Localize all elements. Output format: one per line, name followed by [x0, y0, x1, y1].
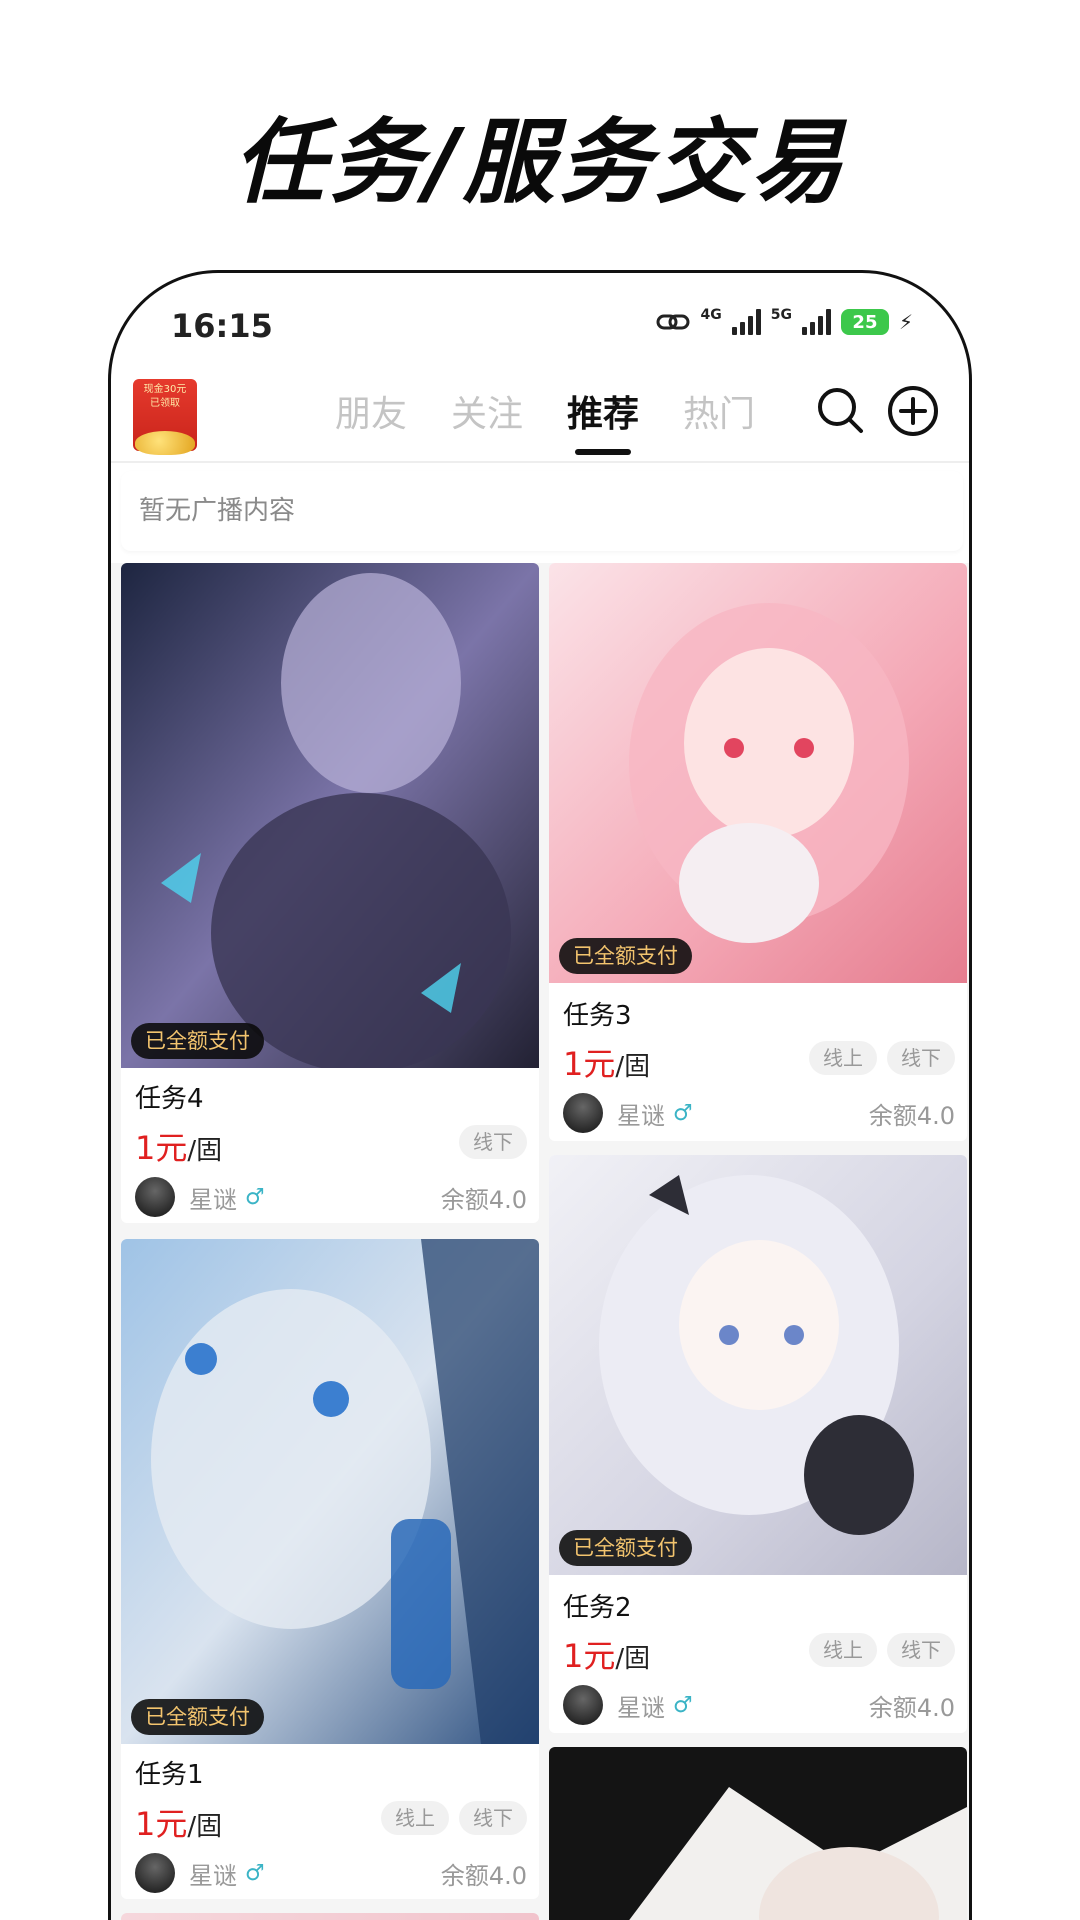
- avatar[interactable]: [563, 1685, 603, 1725]
- feed-tabs: 朋友 关注 推荐 热门: [335, 385, 755, 455]
- task-feed: 已全额支付 任务4 1元/固 线下 星谜 ♂ 余额4.0 已全额支付 任务3 1…: [111, 563, 969, 1920]
- task-cover-image: [121, 1239, 539, 1744]
- signal-icon-1: [731, 309, 761, 335]
- broadcast-bar: 暂无广播内容: [121, 471, 963, 551]
- task-card[interactable]: 已全额支付 任务3 1元/固 线上 线下 星谜 ♂ 余额4.0: [549, 563, 967, 1141]
- task-card[interactable]: [549, 1747, 967, 1920]
- link-icon: [656, 314, 690, 330]
- task-tags: 线上 线下: [809, 1041, 955, 1075]
- balance-text: 余额4.0: [440, 1861, 527, 1890]
- balance-text: 余额4.0: [868, 1693, 955, 1722]
- phone-frame: 16:15 4G 5G 25 ⚡ 现金30元 已领取 朋友 关注 推荐 热门 暂…: [108, 270, 972, 1920]
- paid-badge: 已全额支付: [559, 938, 692, 974]
- task-cover-image: [549, 1155, 967, 1575]
- user-name: 星谜: [617, 1693, 665, 1722]
- price-unit: /固: [187, 1812, 223, 1842]
- coin-reward-badge[interactable]: 现金30元 已领取: [133, 379, 197, 455]
- avatar[interactable]: [135, 1177, 175, 1217]
- male-icon: ♂: [673, 1692, 693, 1718]
- price-unit: /固: [615, 1052, 651, 1082]
- tab-following[interactable]: 关注: [451, 385, 523, 445]
- add-post-icon[interactable]: [887, 385, 939, 437]
- task-cover-image: [121, 563, 539, 1068]
- tag-offline: 线下: [887, 1633, 955, 1667]
- task-price: 1元/固: [563, 1631, 650, 1677]
- battery-icon: 25: [840, 309, 889, 335]
- user-row: 星谜 ♂ 余额4.0: [135, 1175, 527, 1219]
- task-price: 1元/固: [135, 1123, 222, 1169]
- task-title: 任务2: [563, 1593, 632, 1623]
- task-cover-image: [121, 1913, 539, 1920]
- task-cover-image: [549, 563, 967, 983]
- male-icon: ♂: [673, 1100, 693, 1126]
- status-icons: 4G 5G 25 ⚡: [656, 307, 913, 335]
- coin-badge-text-1: 现金30元: [143, 384, 187, 395]
- tag-online: 线上: [809, 1041, 877, 1075]
- price-amount: 1元: [563, 1637, 616, 1675]
- task-price: 1元/固: [135, 1799, 222, 1845]
- task-card[interactable]: 已全额支付 任务2 1元/固 线上 线下 星谜 ♂ 余额4.0: [549, 1155, 967, 1733]
- network-label-1: 4G: [700, 307, 722, 323]
- balance-text: 余额4.0: [440, 1185, 527, 1214]
- user-row: 星谜 ♂ 余额4.0: [563, 1683, 955, 1727]
- user-row: 星谜 ♂ 余额4.0: [135, 1851, 527, 1895]
- task-card[interactable]: 已全额支付 任务4 1元/固 线下 星谜 ♂ 余额4.0: [121, 563, 539, 1223]
- task-tags: 线上 线下: [809, 1633, 955, 1667]
- status-bar: 16:15 4G 5G 25 ⚡: [111, 273, 969, 383]
- task-title: 任务3: [563, 1001, 632, 1031]
- tab-hot[interactable]: 热门: [683, 385, 755, 445]
- tab-friends[interactable]: 朋友: [335, 385, 407, 445]
- avatar[interactable]: [135, 1853, 175, 1893]
- task-tags: 线下: [459, 1125, 527, 1159]
- tag-online: 线上: [809, 1633, 877, 1667]
- signal-icon-2: [801, 309, 831, 335]
- task-tags: 线上 线下: [381, 1801, 527, 1835]
- tag-offline: 线下: [887, 1041, 955, 1075]
- status-time: 16:15: [171, 307, 273, 345]
- avatar[interactable]: [563, 1093, 603, 1133]
- male-icon: ♂: [245, 1860, 265, 1886]
- user-name: 星谜: [189, 1861, 237, 1890]
- price-amount: 1元: [563, 1045, 616, 1083]
- search-icon[interactable]: [815, 385, 865, 435]
- network-label-2: 5G: [770, 307, 792, 323]
- task-price: 1元/固: [563, 1039, 650, 1085]
- tag-offline: 线下: [459, 1801, 527, 1835]
- price-unit: /固: [615, 1644, 651, 1674]
- tag-offline: 线下: [459, 1125, 527, 1159]
- task-title: 任务1: [135, 1760, 204, 1790]
- task-card[interactable]: [121, 1913, 539, 1920]
- promo-title: 任务/服务交易: [233, 109, 847, 216]
- price-unit: /固: [187, 1136, 223, 1166]
- balance-text: 余额4.0: [868, 1101, 955, 1130]
- user-name: 星谜: [617, 1101, 665, 1130]
- coin-pile-icon: [135, 431, 195, 455]
- paid-badge: 已全额支付: [131, 1699, 264, 1735]
- price-amount: 1元: [135, 1129, 188, 1167]
- task-title: 任务4: [135, 1084, 204, 1114]
- coin-badge-text-2: 已领取: [150, 398, 180, 409]
- user-row: 星谜 ♂ 余额4.0: [563, 1091, 955, 1135]
- top-nav: 现金30元 已领取 朋友 关注 推荐 热门: [111, 373, 969, 463]
- user-name: 星谜: [189, 1185, 237, 1214]
- tag-online: 线上: [381, 1801, 449, 1835]
- tab-recommended[interactable]: 推荐: [567, 385, 639, 455]
- charging-icon: ⚡: [898, 310, 913, 334]
- male-icon: ♂: [245, 1184, 265, 1210]
- task-card[interactable]: 已全额支付 任务1 1元/固 线上 线下 星谜 ♂ 余额4.0: [121, 1239, 539, 1899]
- price-amount: 1元: [135, 1805, 188, 1843]
- paid-badge: 已全额支付: [559, 1530, 692, 1566]
- task-cover-image: [549, 1747, 967, 1920]
- paid-badge: 已全额支付: [131, 1023, 264, 1059]
